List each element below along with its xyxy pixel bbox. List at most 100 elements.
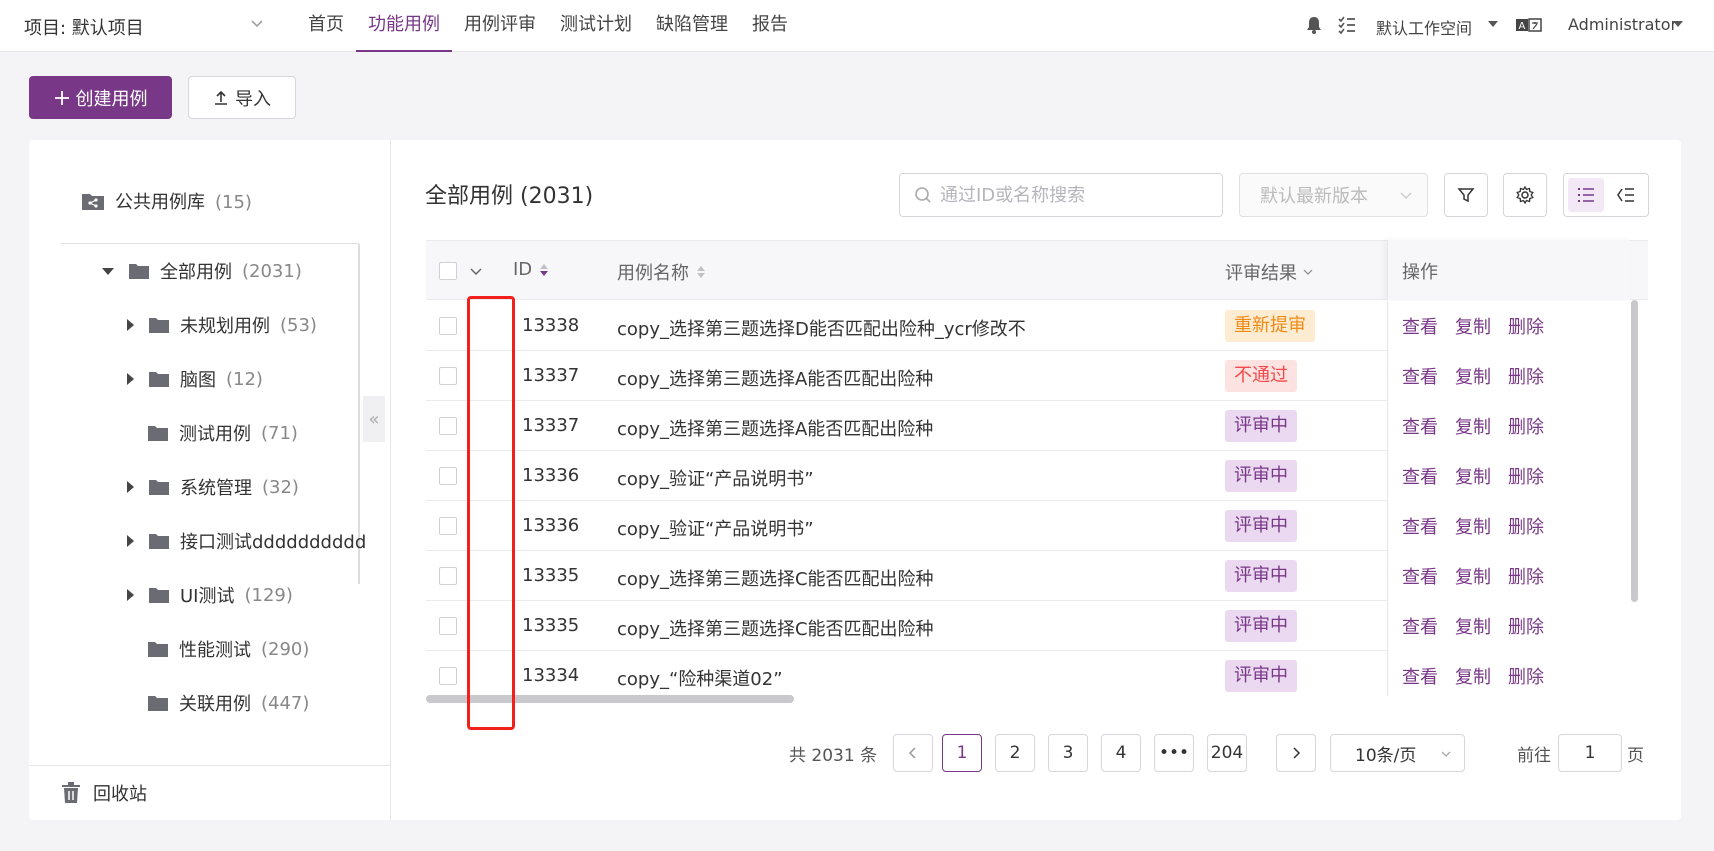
caret-right-icon[interactable] xyxy=(127,589,134,601)
user-caret-icon[interactable] xyxy=(1673,21,1683,27)
column-review-result[interactable]: 评审结果 xyxy=(1225,259,1313,285)
row-checkbox[interactable] xyxy=(439,617,457,635)
column-id[interactable]: ID xyxy=(513,259,550,280)
case-name[interactable]: copy_选择第三题选择A能否匹配出险种 xyxy=(617,365,933,391)
nav-item-0[interactable]: 首页 xyxy=(296,0,356,52)
column-name[interactable]: 用例名称 xyxy=(617,259,707,285)
row-checkbox[interactable] xyxy=(439,567,457,585)
project-selector[interactable]: 项目: 默认项目 xyxy=(24,14,144,40)
goto-page-input[interactable]: 1 xyxy=(1558,734,1622,772)
table-row[interactable]: 13335 copy_选择第三题选择C能否匹配出险种 评审中 查看 复制 删除 xyxy=(426,551,1630,601)
op-view-link[interactable]: 查看 xyxy=(1402,563,1438,589)
op-delete-link[interactable]: 删除 xyxy=(1508,513,1544,539)
tree-node-3[interactable]: 测试用例 (71) xyxy=(127,420,377,446)
user-menu[interactable]: Administrator xyxy=(1568,15,1677,34)
row-checkbox[interactable] xyxy=(439,467,457,485)
op-copy-link[interactable]: 复制 xyxy=(1455,563,1491,589)
page-button-0[interactable]: 1 xyxy=(942,734,982,772)
public-case-library[interactable]: 公共用例库 (15) xyxy=(81,188,252,214)
import-button[interactable]: 导入 xyxy=(188,76,296,119)
op-delete-link[interactable]: 删除 xyxy=(1508,563,1544,589)
op-copy-link[interactable]: 复制 xyxy=(1455,313,1491,339)
task-list-icon[interactable] xyxy=(1337,15,1357,35)
table-row[interactable]: 13338 copy_选择第三题选择D能否匹配出险种_ycr修改不 重新提审 查看 复制… xyxy=(426,301,1630,351)
op-delete-link[interactable]: 删除 xyxy=(1508,663,1544,689)
page-button-4[interactable]: ••• xyxy=(1154,734,1194,772)
op-copy-link[interactable]: 复制 xyxy=(1455,663,1491,689)
page-button-3[interactable]: 4 xyxy=(1101,734,1141,772)
op-copy-link[interactable]: 复制 xyxy=(1455,613,1491,639)
chevron-down-icon[interactable] xyxy=(469,265,483,279)
tree-node-6[interactable]: UI测试 (129) xyxy=(127,582,377,608)
table-row[interactable]: 13337 copy_选择第三题选择A能否匹配出险种 评审中 查看 复制 删除 xyxy=(426,401,1630,451)
search-box[interactable] xyxy=(899,173,1223,217)
tree-view-button[interactable] xyxy=(1608,178,1644,212)
prev-page-button[interactable] xyxy=(893,734,933,772)
case-name[interactable]: copy_选择第三题选择D能否匹配出险种_ycr修改不 xyxy=(617,315,1026,341)
op-view-link[interactable]: 查看 xyxy=(1402,613,1438,639)
create-case-button[interactable]: 创建用例 xyxy=(29,76,172,119)
row-checkbox[interactable] xyxy=(439,417,457,435)
language-icon[interactable]: A xyxy=(1515,15,1543,35)
select-all-checkbox[interactable] xyxy=(439,262,457,280)
page-size-select[interactable]: 10条/页 xyxy=(1330,734,1465,772)
caret-right-icon[interactable] xyxy=(127,481,134,493)
op-view-link[interactable]: 查看 xyxy=(1402,413,1438,439)
table-row[interactable]: 13336 copy_验证“产品说明书” 评审中 查看 复制 删除 xyxy=(426,451,1630,501)
nav-item-3[interactable]: 测试计划 xyxy=(548,0,644,52)
table-row[interactable]: 13334 copy_“险种渠道02” 评审中 查看 复制 删除 xyxy=(426,651,1630,696)
tree-node-7[interactable]: 性能测试 (290) xyxy=(127,636,377,662)
op-delete-link[interactable]: 删除 xyxy=(1508,313,1544,339)
sort-icon[interactable] xyxy=(538,262,550,278)
tree-node-0[interactable]: 全部用例 (2031) xyxy=(102,258,377,284)
chevron-down-icon[interactable] xyxy=(250,13,264,33)
op-view-link[interactable]: 查看 xyxy=(1402,463,1438,489)
tree-node-2[interactable]: 脑图 (12) xyxy=(127,366,377,392)
bell-icon[interactable] xyxy=(1304,15,1324,35)
caret-right-icon[interactable] xyxy=(127,373,134,385)
filter-button[interactable] xyxy=(1444,173,1488,217)
caret-right-icon[interactable] xyxy=(127,319,134,331)
workspace-caret-icon[interactable] xyxy=(1488,21,1498,27)
case-name[interactable]: copy_选择第三题选择C能否匹配出险种 xyxy=(617,615,934,641)
case-name[interactable]: copy_“险种渠道02” xyxy=(617,665,783,691)
row-checkbox[interactable] xyxy=(439,317,457,335)
page-button-5[interactable]: 204 xyxy=(1207,734,1247,772)
tree-node-1[interactable]: 未规划用例 (53) xyxy=(127,312,377,338)
tree-node-8[interactable]: 关联用例 (447) xyxy=(127,690,377,716)
caret-right-icon[interactable] xyxy=(127,535,134,547)
op-copy-link[interactable]: 复制 xyxy=(1455,363,1491,389)
sort-icon[interactable] xyxy=(695,264,707,280)
caret-down-icon[interactable] xyxy=(102,267,114,275)
op-copy-link[interactable]: 复制 xyxy=(1455,413,1491,439)
table-row[interactable]: 13337 copy_选择第三题选择A能否匹配出险种 不通过 查看 复制 删除 xyxy=(426,351,1630,401)
next-page-button[interactable] xyxy=(1276,734,1316,772)
workspace-selector[interactable]: 默认工作空间 xyxy=(1376,15,1472,39)
nav-item-5[interactable]: 报告 xyxy=(740,0,800,52)
row-checkbox[interactable] xyxy=(439,667,457,685)
page-button-2[interactable]: 3 xyxy=(1048,734,1088,772)
page-button-1[interactable]: 2 xyxy=(995,734,1035,772)
nav-item-2[interactable]: 用例评审 xyxy=(452,0,548,52)
nav-item-1[interactable]: 功能用例 xyxy=(356,0,452,52)
op-view-link[interactable]: 查看 xyxy=(1402,663,1438,689)
list-view-button[interactable] xyxy=(1568,178,1604,212)
row-checkbox[interactable] xyxy=(439,517,457,535)
tree-node-5[interactable]: 接口测试dddddddddd xyxy=(127,528,377,554)
op-delete-link[interactable]: 删除 xyxy=(1508,463,1544,489)
op-delete-link[interactable]: 删除 xyxy=(1508,413,1544,439)
op-view-link[interactable]: 查看 xyxy=(1402,363,1438,389)
op-copy-link[interactable]: 复制 xyxy=(1455,463,1491,489)
nav-item-4[interactable]: 缺陷管理 xyxy=(644,0,740,52)
op-view-link[interactable]: 查看 xyxy=(1402,313,1438,339)
table-row[interactable]: 13336 copy_验证“产品说明书” 评审中 查看 复制 删除 xyxy=(426,501,1630,551)
case-name[interactable]: copy_选择第三题选择A能否匹配出险种 xyxy=(617,415,933,441)
row-checkbox[interactable] xyxy=(439,367,457,385)
table-vertical-scrollbar[interactable] xyxy=(1631,300,1638,602)
collapse-tree-button[interactable]: « xyxy=(363,396,385,442)
op-delete-link[interactable]: 删除 xyxy=(1508,363,1544,389)
settings-button[interactable] xyxy=(1503,173,1547,217)
recycle-bin[interactable]: 回收站 xyxy=(61,780,147,806)
case-name[interactable]: copy_验证“产品说明书” xyxy=(617,465,814,491)
op-view-link[interactable]: 查看 xyxy=(1402,513,1438,539)
